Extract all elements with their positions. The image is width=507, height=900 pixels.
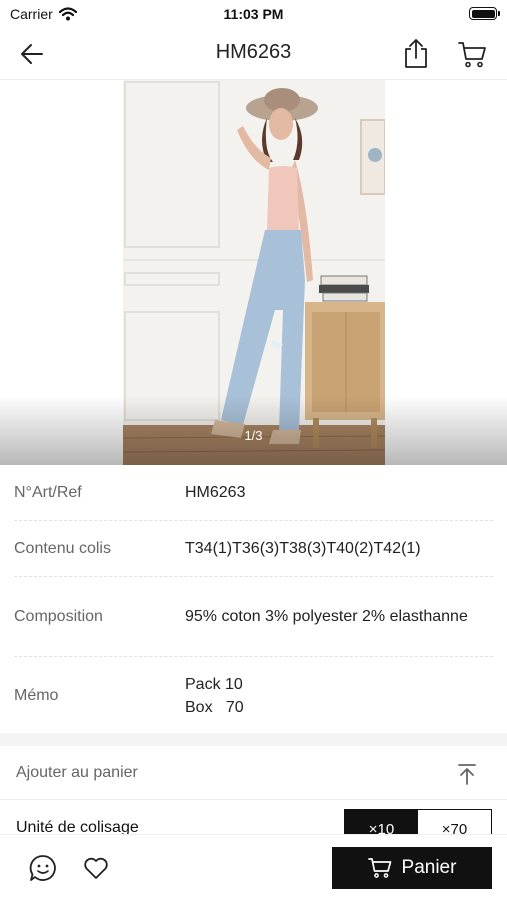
detail-row-memo: Mémo Pack 10 Box 70 bbox=[14, 657, 493, 735]
chat-icon[interactable] bbox=[28, 853, 58, 883]
memo-line-pack: Pack 10 bbox=[185, 676, 243, 693]
add-to-cart-title: Ajouter au panier bbox=[16, 764, 138, 781]
bottom-action-bar: Panier bbox=[0, 834, 507, 900]
detail-row-ref: N°Art/Ref HM6263 bbox=[14, 465, 493, 521]
detail-row-contents: Contenu colis T34(1)T36(3)T38(3)T40(2)T4… bbox=[14, 521, 493, 577]
status-bar: Carrier 11:03 PM bbox=[0, 0, 507, 28]
detail-value-memo: Pack 10 Box 70 bbox=[185, 673, 493, 719]
detail-label: N°Art/Ref bbox=[14, 483, 82, 501]
nav-bar: HM6263 bbox=[0, 28, 507, 80]
add-to-cart-header: Ajouter au panier bbox=[0, 746, 507, 800]
detail-row-composition: Composition 95% coton 3% polyester 2% el… bbox=[14, 577, 493, 657]
share-icon[interactable] bbox=[401, 37, 431, 69]
cart-icon[interactable] bbox=[457, 39, 487, 69]
add-to-cart-label: Panier bbox=[401, 857, 457, 878]
gallery-pager: 1/3 bbox=[244, 428, 263, 443]
detail-label: Composition bbox=[14, 607, 103, 625]
status-time: 11:03 PM bbox=[223, 6, 284, 22]
detail-label: Mémo bbox=[14, 687, 59, 704]
battery-icon bbox=[469, 7, 500, 20]
detail-value: 95% coton 3% polyester 2% elasthanne bbox=[185, 608, 468, 625]
detail-value: T34(1)T36(3)T38(3)T40(2)T42(1) bbox=[185, 540, 421, 557]
cart-icon bbox=[367, 858, 391, 878]
heart-icon[interactable] bbox=[82, 854, 110, 882]
product-details: N°Art/Ref HM6263 Contenu colis T34(1)T36… bbox=[0, 465, 507, 735]
product-gallery[interactable]: 1/3 bbox=[0, 80, 507, 465]
detail-label: Contenu colis bbox=[14, 539, 111, 557]
add-to-cart-button[interactable]: Panier bbox=[332, 847, 492, 889]
scroll-to-top-icon[interactable] bbox=[457, 763, 477, 785]
memo-line-box: Box 70 bbox=[185, 699, 244, 716]
section-divider bbox=[0, 733, 507, 746]
detail-value: HM6263 bbox=[185, 484, 246, 501]
